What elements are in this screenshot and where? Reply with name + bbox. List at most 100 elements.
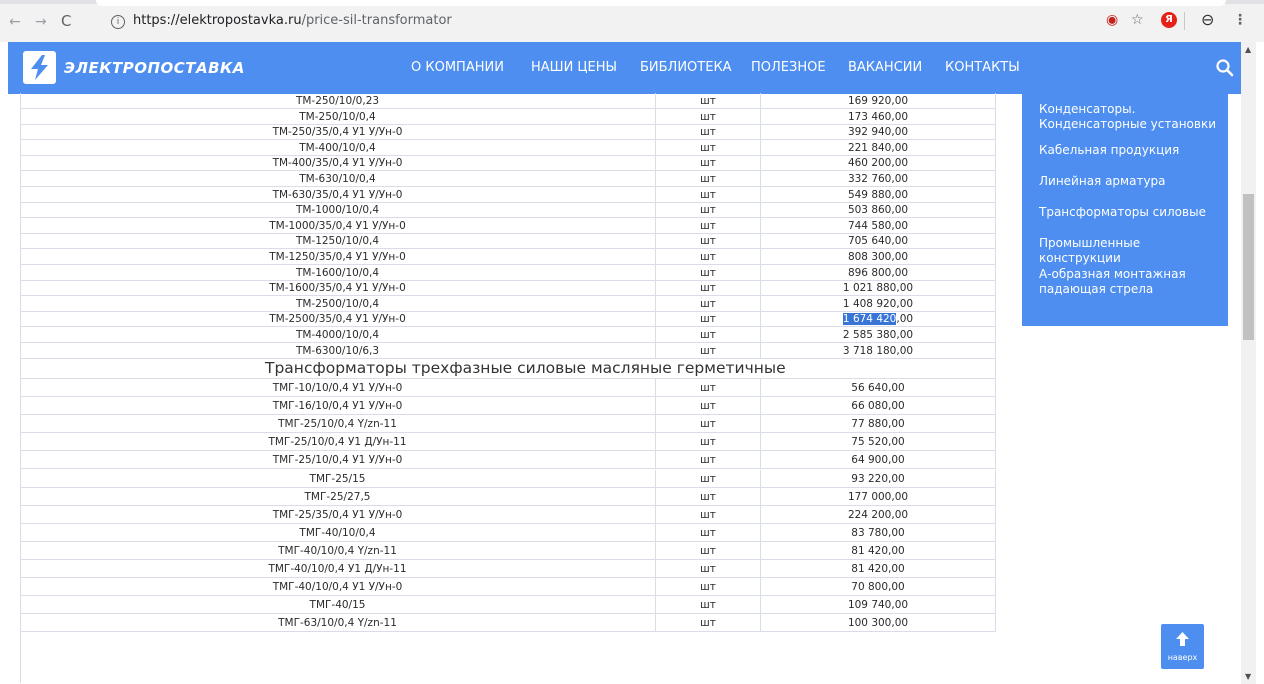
table-row: ТМ-6300/10/6,3 шт 3 718 180,00	[20, 342, 996, 359]
price-cell: 460 200,00	[761, 155, 996, 172]
table-row: ТМГ-25/10/0,4 У1 Д/Ун-11 шт 75 520,00	[20, 433, 996, 452]
arrow-up-icon	[1176, 632, 1189, 646]
price-cell: 81 420,00	[761, 541, 996, 560]
table-row: ТМ-1600/10/0,4 шт 896 800,00	[20, 264, 996, 281]
unit-cell: шт	[656, 487, 761, 506]
unit-cell: шт	[656, 233, 761, 250]
price-cell: 83 780,00	[761, 523, 996, 542]
table-row: ТМГ-40/10/0,4 Y/zn-11 шт 81 420,00	[20, 541, 996, 560]
unit-cell: шт	[656, 541, 761, 560]
menu-item-contacts[interactable]: КОНТАКТЫ	[945, 60, 1020, 75]
price-cell: 93 220,00	[761, 469, 996, 488]
url-domain: https://elektropostavka.ru	[133, 13, 302, 28]
table-row: ТМГ-10/10/0,4 У1 У/Ун-0 шт 56 640,00	[20, 379, 996, 397]
menu-item-about[interactable]: О КОМПАНИИ	[411, 60, 504, 75]
product-name-cell: ТМГ-25/15	[20, 469, 656, 488]
product-name-cell: ТМГ-25/10/0,4 У1 У/Ун-0	[20, 451, 656, 470]
menu-item-prices[interactable]: НАШИ ЦЕНЫ	[531, 60, 617, 75]
price-cents: ,00	[896, 313, 914, 326]
menu-dots-icon[interactable]: ⋮	[1233, 12, 1247, 28]
unit-cell: шт	[656, 415, 761, 434]
unit-cell: шт	[656, 433, 761, 452]
logo-icon[interactable]	[23, 51, 56, 84]
logo-text[interactable]: ЭЛЕКТРОПОСТАВКА	[64, 59, 245, 77]
bookmark-star-icon[interactable]: ☆	[1131, 12, 1144, 28]
back-to-top-button[interactable]: наверх	[1161, 624, 1204, 669]
unit-cell: шт	[656, 280, 761, 297]
price-cell: 1 021 880,00	[761, 280, 996, 297]
unit-cell: шт	[656, 327, 761, 343]
sidebar-item-capacitors[interactable]: Конденсаторы. Конденсаторные установки	[1039, 102, 1219, 132]
forward-arrow-icon[interactable]: →	[35, 14, 47, 30]
page-scrollbar[interactable]: ▲ ▼	[1241, 42, 1256, 684]
selected-text: 1 674 420	[842, 313, 897, 326]
product-name-cell: ТМ-250/10/0,4	[20, 108, 656, 125]
table-row: ТМГ-25/10/0,4 У1 У/Ун-0 шт 64 900,00	[20, 451, 996, 470]
reload-icon[interactable]: C	[61, 13, 71, 29]
scroll-down-arrow-icon[interactable]: ▼	[1245, 672, 1251, 681]
table-row: ТМ-1600/35/0,4 У1 У/Ун-0 шт 1 021 880,00	[20, 280, 996, 297]
product-name-cell: ТМГ-40/10/0,4	[20, 523, 656, 542]
product-name-cell: ТМ-400/10/0,4	[20, 139, 656, 156]
unit-cell: шт	[656, 578, 761, 597]
sidebar-item-line-fittings[interactable]: Линейная арматура	[1039, 174, 1219, 189]
category-sidebar: Конденсаторы. Конденсаторные установки К…	[1022, 94, 1228, 326]
active-tab-edge	[96, 0, 1226, 6]
product-name-cell: ТМГ-40/10/0,4 У1 У/Ун-0	[20, 578, 656, 597]
scroll-thumb[interactable]	[1243, 194, 1254, 340]
extension-icon[interactable]: ◉	[1106, 12, 1118, 28]
sidebar-item-power-transformers[interactable]: Трансформаторы силовые	[1039, 205, 1219, 220]
table-row: ТМГ-40/10/0,4 У1 Д/Ун-11 шт 81 420,00	[20, 560, 996, 578]
table-row: ТМ-2500/10/0,4 шт 1 408 920,00	[20, 295, 996, 312]
profile-icon[interactable]: ⊖	[1201, 12, 1214, 28]
product-name-cell: ТМ-250/35/0,4 У1 У/Ун-0	[20, 124, 656, 141]
price-cell: 75 520,00	[761, 433, 996, 452]
table-row: ТМГ-63/10/0,4 Y/zn-11 шт 100 300,00	[20, 614, 996, 633]
product-name-cell: ТМГ-16/10/0,4 У1 У/Ун-0	[20, 397, 656, 416]
product-name-cell: ТМГ-25/27,5	[20, 487, 656, 506]
price-cell: 109 740,00	[761, 596, 996, 615]
product-name-cell: ТМ-1000/10/0,4	[20, 202, 656, 219]
table-row: ТМ-250/35/0,4 У1 У/Ун-0 шт 392 940,00	[20, 124, 996, 141]
product-name-cell: ТМГ-63/10/0,4 Y/zn-11	[20, 614, 656, 633]
unit-cell: шт	[656, 124, 761, 141]
sidebar-item-cables[interactable]: Кабельная продукция	[1039, 143, 1219, 158]
price-cell: 64 900,00	[761, 451, 996, 470]
unit-cell: шт	[656, 264, 761, 281]
site-header: ЭЛЕКТРОПОСТАВКА О КОМПАНИИ НАШИ ЦЕНЫ БИБ…	[8, 42, 1241, 94]
unit-cell: шт	[656, 614, 761, 633]
yandex-icon[interactable]: Я	[1161, 12, 1177, 28]
table-row: ТМ-2500/35/0,4 У1 У/Ун-0 шт 1 674 420,00	[20, 311, 996, 328]
product-name-cell: ТМ-6300/10/6,3	[20, 342, 656, 359]
table-row: ТМ-250/10/0,23 шт 169 920,00	[20, 93, 996, 109]
product-name-cell: ТМ-1000/35/0,4 У1 У/Ун-0	[20, 217, 656, 234]
table-row: ТМГ-40/10/0,4 шт 83 780,00	[20, 523, 996, 542]
browser-toolbar: ← → C i https://elektropostavka.ru/price…	[0, 0, 1264, 42]
site-info-icon[interactable]: i	[111, 15, 125, 29]
unit-cell: шт	[656, 249, 761, 265]
address-bar[interactable]: https://elektropostavka.ru/price-sil-tra…	[133, 13, 452, 29]
price-cell: 503 860,00	[761, 202, 996, 219]
sidebar-item-industrial-structures[interactable]: Промышленные конструкции	[1039, 236, 1219, 266]
menu-item-vacancies[interactable]: ВАКАНСИИ	[848, 60, 922, 75]
product-name-cell: ТМ-1600/35/0,4 У1 У/Ун-0	[20, 280, 656, 297]
back-arrow-icon[interactable]: ←	[9, 14, 21, 30]
product-name-cell: ТМГ-40/10/0,4 Y/zn-11	[20, 541, 656, 560]
table-row: ТМ-1250/10/0,4 шт 705 640,00	[20, 233, 996, 250]
table-row: ТМГ-16/10/0,4 У1 У/Ун-0 шт 66 080,00	[20, 397, 996, 416]
product-name-cell: ТМ-250/10/0,23	[20, 93, 656, 109]
table-row: ТМГ-25/35/0,4 У1 У/Ун-0 шт 224 200,00	[20, 505, 996, 524]
price-cell: 705 640,00	[761, 233, 996, 250]
scroll-up-arrow-icon[interactable]: ▲	[1245, 45, 1251, 54]
url-path: /price-sil-transformator	[301, 13, 452, 28]
search-icon[interactable]	[1215, 58, 1235, 78]
product-name-cell: ТМГ-40/10/0,4 У1 Д/Ун-11	[20, 560, 656, 578]
product-name-cell: ТМ-1250/35/0,4 У1 У/Ун-0	[20, 249, 656, 265]
table-row: ТМ-630/10/0,4 шт 332 760,00	[20, 171, 996, 187]
sidebar-item-a-frame-boom[interactable]: А-образная монтажная падающая стрела	[1039, 267, 1219, 297]
menu-item-library[interactable]: БИБЛИОТЕКА	[640, 60, 732, 75]
menu-item-useful[interactable]: ПОЛЕЗНОЕ	[751, 60, 826, 75]
price-cell: 896 800,00	[761, 264, 996, 281]
table-row: ТМГ-25/10/0,4 Y/zn-11 шт 77 880,00	[20, 415, 996, 434]
product-name-cell: ТМГ-25/10/0,4 Y/zn-11	[20, 415, 656, 434]
